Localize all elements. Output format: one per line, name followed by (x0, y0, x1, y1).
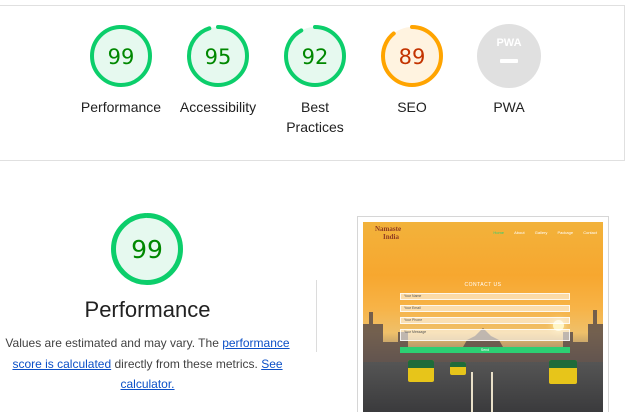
brand-line: Namaste (375, 225, 402, 233)
lane-marking (491, 372, 493, 412)
site-nav: Home About Gallery Package Contact (484, 230, 597, 235)
auto-rickshaw (450, 362, 466, 375)
nav-item: Gallery (534, 230, 548, 235)
form-field: Your Email (400, 305, 570, 312)
performance-gauge-ring: 99 (111, 213, 183, 285)
auto-rickshaw (549, 360, 577, 384)
vertical-divider (316, 280, 317, 352)
screenshot-image: Namaste India Home About Gallery Package… (363, 222, 603, 412)
gauge-ring: 99 (90, 25, 152, 87)
gauge-label: SEO (397, 99, 427, 115)
form-field: Your Name (400, 293, 570, 300)
description-text: Values are estimated and may vary. The (5, 336, 223, 350)
brand-line: India (383, 233, 399, 241)
gauge-score: 99 (108, 45, 135, 69)
gauge-seo[interactable]: 89 SEO (357, 24, 467, 117)
gauge-ring: 92 (284, 25, 346, 87)
form-field: Your Phone (400, 317, 570, 324)
gauge-label: Best Practices (286, 99, 344, 135)
gauge-score: 92 (302, 45, 329, 69)
performance-description: Values are estimated and may vary. The p… (0, 333, 295, 395)
gauge-label: Performance (80, 99, 162, 115)
performance-score: 99 (131, 235, 163, 264)
final-screenshot: Namaste India Home About Gallery Package… (357, 216, 609, 412)
score-gauges: 99 Performance 95 Accessibility 92 Best … (66, 24, 566, 154)
nav-item: Home (493, 230, 504, 235)
gauge-ring: 95 (187, 25, 249, 87)
contact-heading: CONTACT US (464, 282, 502, 288)
site-brand: Namaste India (375, 225, 401, 241)
pwa-badge-text: PWA (496, 37, 521, 49)
gauge-performance[interactable]: 99 Performance (66, 24, 176, 117)
nav-item: About (514, 230, 525, 235)
pwa-badge-icon: PWA (477, 24, 541, 88)
auto-rickshaw (408, 360, 434, 382)
performance-gauge: 99 (110, 212, 184, 291)
nav-item: Package (557, 230, 574, 235)
gauge-accessibility[interactable]: 95 Accessibility (163, 24, 273, 117)
form-field: Your Message (400, 329, 570, 341)
gauge-ring: 89 (381, 25, 443, 87)
performance-title: Performance (84, 297, 211, 322)
gauge-pwa[interactable]: PWA PWA (454, 24, 564, 117)
gauge-label: Accessibility (179, 99, 257, 115)
lane-marking (471, 372, 473, 412)
description-text: directly from these metrics. (111, 356, 262, 371)
gauge-score: 95 (205, 45, 232, 69)
nav-item: Contact (583, 230, 597, 235)
send-button: Send (400, 347, 570, 353)
section-divider (0, 160, 625, 161)
gauge-label: PWA (493, 99, 525, 115)
top-divider (0, 5, 625, 6)
gauge-best-practices[interactable]: 92 Best Practices (260, 24, 370, 137)
gauge-score: 89 (399, 45, 426, 69)
